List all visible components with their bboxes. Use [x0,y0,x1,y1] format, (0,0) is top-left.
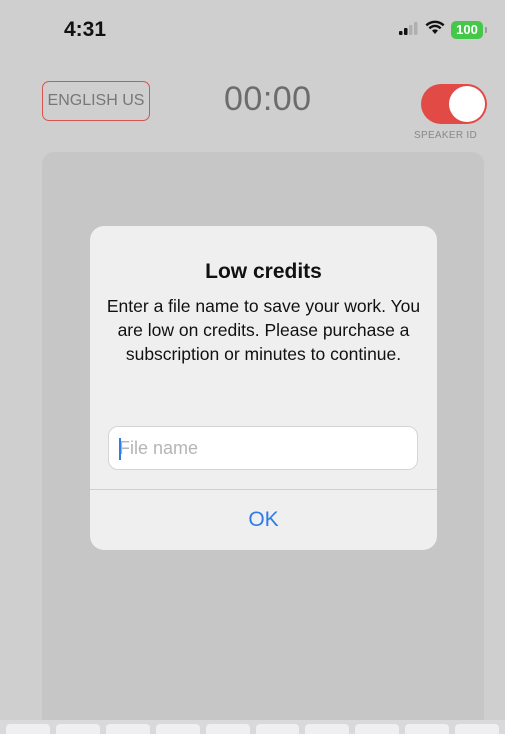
keyboard-key[interactable] [205,724,250,734]
recording-timer: 00:00 [224,80,312,118]
toggle-knob [449,86,485,122]
keyboard-strip [0,720,505,734]
keyboard-key[interactable] [55,724,100,734]
speaker-id-label: SPEAKER ID [414,130,478,141]
keyboard-key[interactable] [305,724,350,734]
file-name-input[interactable] [108,426,418,470]
status-icons: 100 [399,20,487,40]
keyboard-key[interactable] [405,724,450,734]
speaker-id-toggle[interactable] [421,84,487,124]
signal-icon [399,21,419,40]
keyboard-key[interactable] [355,724,400,734]
wifi-icon [425,20,445,40]
dialog-title: Low credits [205,260,322,283]
dialog-message: Enter a file name to save your work. You… [106,296,421,364]
text-caret [119,438,121,460]
language-button[interactable]: ENGLISH US [42,81,150,121]
status-bar: 4:31 100 [0,0,505,60]
low-credits-dialog: Low credits Enter a file name to save yo… [90,226,437,550]
keyboard-key[interactable] [255,724,300,734]
ok-button[interactable]: OK [90,490,437,550]
keyboard-key[interactable] [105,724,150,734]
battery-icon: 100 [451,21,487,39]
keyboard-key[interactable] [6,724,50,734]
status-time: 4:31 [64,18,107,41]
keyboard-key[interactable] [155,724,200,734]
keyboard-key[interactable] [455,724,500,734]
